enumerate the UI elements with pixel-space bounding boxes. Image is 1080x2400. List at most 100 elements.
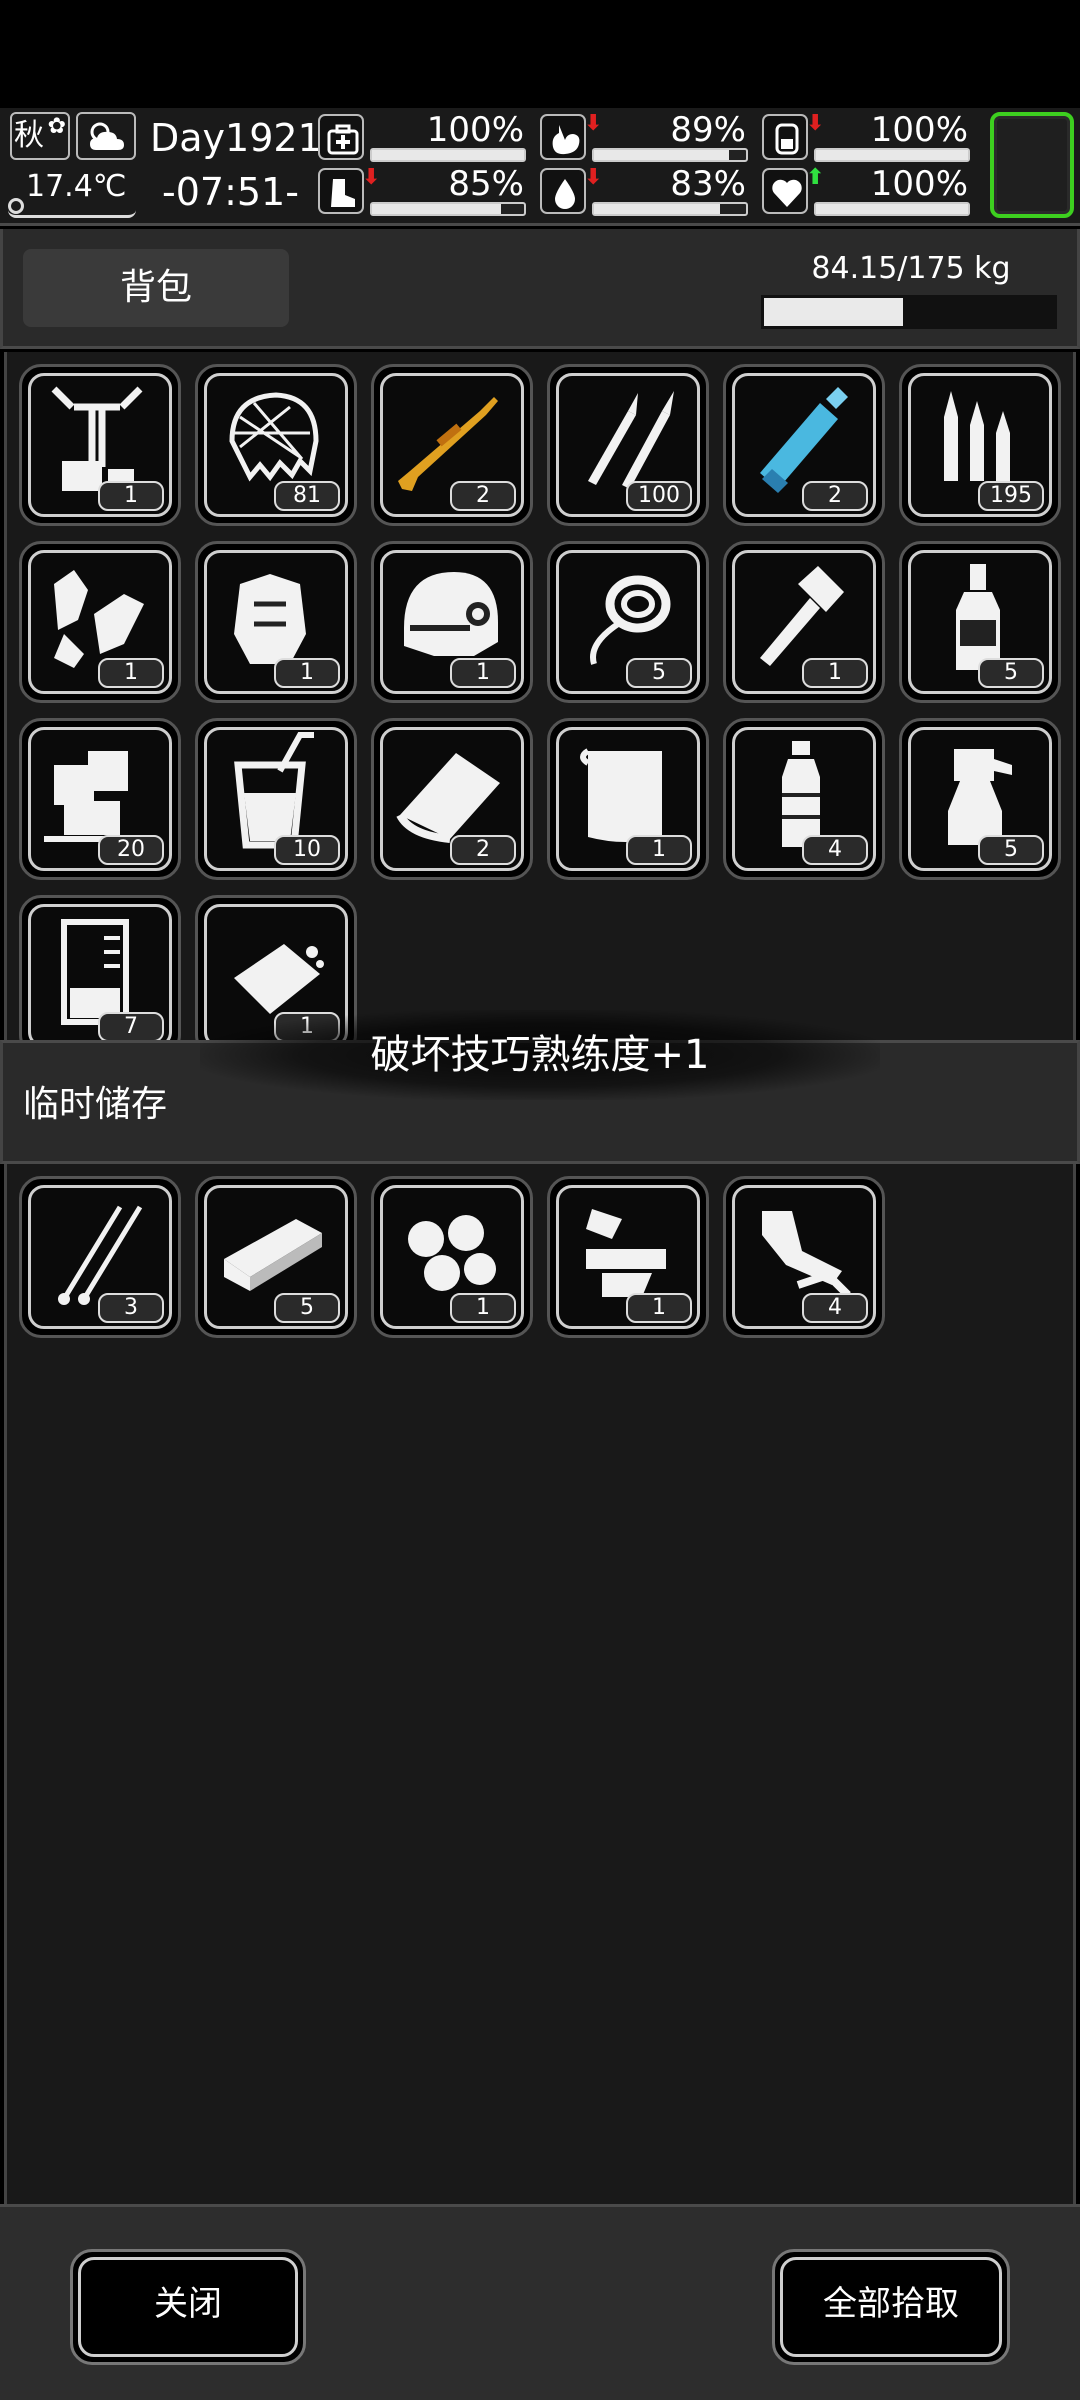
storage-item-gun-parts[interactable]: 1 [547,1176,709,1338]
backpack-item-minigun[interactable]: 2 [723,364,885,526]
backpack-item-ammo-cartridges[interactable]: 195 [899,364,1061,526]
water-drop-icon [540,168,586,214]
stat-value: 100% [870,164,968,204]
item-count: 1 [802,658,868,688]
boot-icon [318,168,364,214]
backpack-item-beaker[interactable]: 7 [19,895,181,1040]
backpack-item-net[interactable]: 81 [195,364,357,526]
item-count: 1 [450,658,516,688]
temperature-gauge: 17.4℃ [8,168,136,218]
stat-stamina: ⬇ 85% [318,166,528,222]
item-count: 7 [98,1012,164,1040]
backpack-item-cloth-rag[interactable]: 2 [371,718,533,880]
backpack-item-water-bottle[interactable]: 4 [723,718,885,880]
stat-energy: ⬇ 100% [762,112,972,168]
backpack-item-soda-drink[interactable]: 10 [195,718,357,880]
backpack-item-spray-bottle[interactable]: 5 [899,718,1061,880]
battery-icon [762,114,808,160]
trend-down-icon: ⬇ [584,111,603,136]
backpack-item-scrap-parts[interactable]: 1 [19,541,181,703]
season-label: 秋 [14,118,44,153]
storage-item-metal-brackets[interactable]: 4 [723,1176,885,1338]
item-count: 2 [450,481,516,511]
stat-bar-fill [816,204,968,214]
backpack-item-liquor-bottle[interactable]: 5 [899,541,1061,703]
stat-value: 85% [448,164,524,204]
item-count: 10 [274,835,340,865]
trend-down-icon: ⬇ [806,111,825,136]
item-count: 2 [450,835,516,865]
stat-hunger: ⬇ 89% [540,112,750,168]
backpack-item-workbench-parts[interactable]: 1 [19,364,181,526]
backpack-item-armor-vest[interactable]: 1 [195,541,357,703]
stat-bar [814,202,970,216]
item-count: 3 [98,1293,164,1323]
backpack-item-rope[interactable]: 5 [547,541,709,703]
backpack-item-ice-cubes[interactable]: 20 [19,718,181,880]
stat-bar [814,148,970,162]
item-count: 2 [802,481,868,511]
item-count: 5 [274,1293,340,1323]
storage-item-lockpicks[interactable]: 3 [19,1176,181,1338]
item-count: 100 [626,481,692,511]
stat-bar [370,202,526,216]
stat-value: 89% [670,110,746,150]
stat-mood: ⬆ 100% [762,166,972,222]
storage-item-cotton-balls[interactable]: 1 [371,1176,533,1338]
stat-bar-fill [594,204,721,214]
temp-storage-title: 临时储存 [23,1084,168,1125]
backpack-item-hatchet[interactable]: 1 [723,541,885,703]
backpack-header: 背包 84.15/175 kg [0,229,1080,349]
item-count: 4 [802,1293,868,1323]
carry-weight-text: 84.15/175 kg [811,251,1011,286]
item-count: 4 [802,835,868,865]
item-count: 195 [978,481,1044,511]
item-count: 1 [274,658,340,688]
weather-indicator [76,112,136,160]
item-count: 5 [626,658,692,688]
item-count: 81 [274,481,340,511]
backpack-item-towel[interactable]: 1 [547,718,709,880]
system-status-bar [0,0,1080,108]
item-count: 1 [450,1293,516,1323]
pickup-all-button[interactable]: 全部拾取 [772,2249,1010,2365]
stat-value: 100% [426,110,524,150]
backpack-grid[interactable]: 181210021951115152010214571 [4,352,1076,1040]
equipped-slot[interactable] [990,112,1074,218]
stat-bar-fill [372,204,502,214]
day-counter: Day1921 [150,116,322,160]
trend-up-icon: ⬆ [806,165,825,190]
partly-cloudy-icon [90,122,124,150]
stomach-icon [540,114,586,160]
survival-hud: 秋 ✿ 17.4℃ Day1921 -07:51- 100% ⬇ 89% ⬇ 100% ⬇… [0,108,1080,226]
skill-toast: 破坏技巧熟练度+1 [200,1010,880,1100]
carry-weight-bar [761,295,1057,329]
temp-storage-grid[interactable]: 3 5 1 1 4 [4,1164,1076,2204]
tab-backpack[interactable]: 背包 [23,249,289,327]
stat-health: 100% [318,112,528,168]
stat-bar [592,148,748,162]
thermometer-icon [8,198,24,214]
stat-bar-fill [594,150,730,160]
stat-bar [592,202,748,216]
stat-value: 83% [670,164,746,204]
stat-bar-fill [372,150,524,160]
footer-bar: 关闭 全部拾取 [0,2204,1080,2400]
close-button[interactable]: 关闭 [70,2249,306,2365]
stat-bar-fill [816,150,968,160]
item-count: 5 [978,658,1044,688]
trend-down-icon: ⬇ [584,165,603,190]
backpack-item-tactical-helmet[interactable]: 1 [371,541,533,703]
stat-bar [370,148,526,162]
storage-item-steel-bar[interactable]: 5 [195,1176,357,1338]
stat-value: 100% [870,110,968,150]
item-count: 1 [98,658,164,688]
backpack-item-sniper-rifle[interactable]: 2 [371,364,533,526]
trend-down-icon: ⬇ [362,165,381,190]
medkit-icon [318,114,364,160]
temperature-value: 17.4℃ [26,169,127,204]
backpack-item-bullets-large[interactable]: 100 [547,364,709,526]
stat-thirst: ⬇ 83% [540,166,750,222]
item-count: 5 [978,835,1044,865]
heart-icon [762,168,808,214]
